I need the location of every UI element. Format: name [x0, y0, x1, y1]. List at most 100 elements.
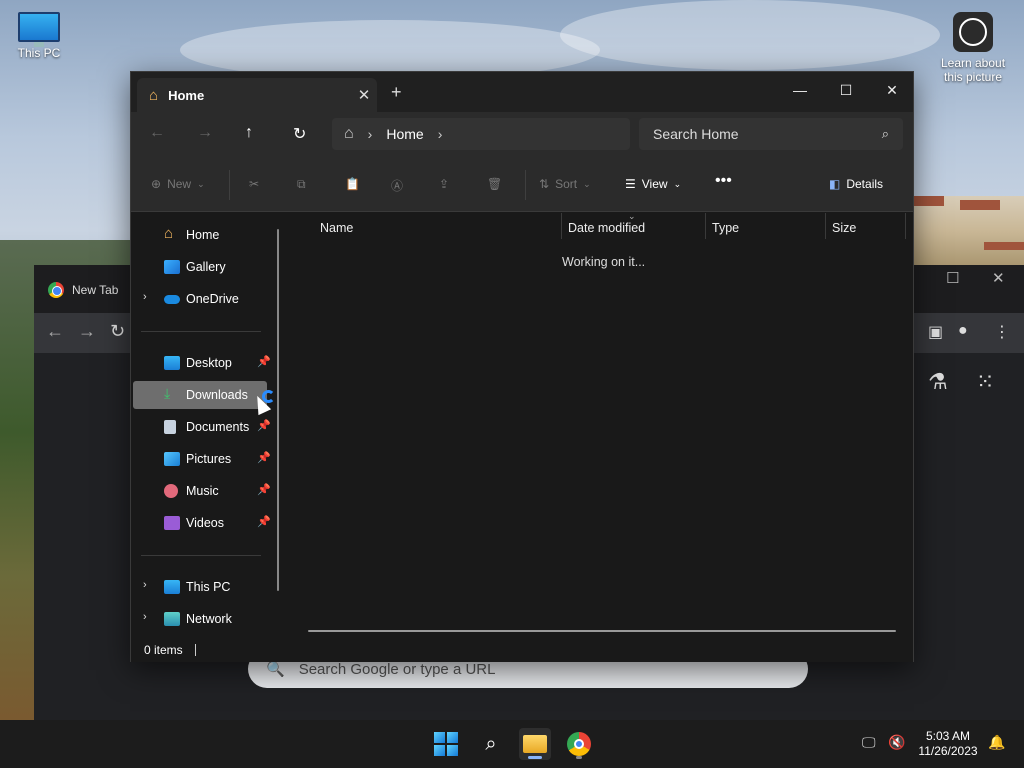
taskbar-chrome[interactable]: [563, 728, 595, 760]
apps-grid-icon[interactable]: ⁙: [976, 369, 994, 395]
nav-item-documents[interactable]: Documents 📌: [133, 413, 271, 441]
explorer-tab-home[interactable]: ⌂ Home ✕: [137, 78, 377, 112]
chevron-right-icon[interactable]: ›: [143, 579, 147, 591]
paste-icon[interactable]: 📋: [345, 177, 360, 191]
taskbar-search-button[interactable]: ⌕: [475, 728, 507, 760]
nav-item-home[interactable]: ⌂ Home: [133, 221, 267, 249]
cut-icon[interactable]: ✂: [249, 177, 259, 191]
nav-item-gallery[interactable]: Gallery: [133, 253, 267, 281]
new-tab-icon[interactable]: +: [391, 82, 402, 103]
chevron-right-icon[interactable]: ›: [143, 291, 147, 303]
taskbar-clock[interactable]: 5:03 AM 11/26/2023: [916, 729, 980, 759]
desktop-icon-label: Learn about: [940, 56, 1006, 70]
search-icon: 🔍: [266, 661, 285, 678]
breadcrumb-home[interactable]: Home: [386, 126, 423, 142]
music-icon: [164, 484, 178, 498]
view-button[interactable]: ☰ View ⌄: [625, 177, 681, 191]
chrome-tab-label: New Tab: [72, 283, 119, 297]
up-arrow-icon[interactable]: ↑: [245, 124, 253, 142]
pin-icon: 📌: [257, 356, 271, 368]
nav-pane-scrollbar[interactable]: [277, 229, 279, 591]
chevron-right-icon[interactable]: ›: [143, 611, 147, 623]
camera-icon: [953, 12, 993, 52]
column-header-date-modified[interactable]: Date modified: [568, 221, 645, 235]
chevron-right-icon: ›: [437, 126, 443, 142]
search-input[interactable]: Search Home ⌕: [639, 118, 903, 150]
maximize-icon[interactable]: ☐: [823, 74, 869, 106]
taskbar-file-explorer[interactable]: [519, 728, 551, 760]
plus-circle-icon: ⊕: [151, 177, 162, 191]
desktop-icon-learn-about-picture[interactable]: Learn about this picture: [938, 12, 1008, 84]
back-icon[interactable]: ←: [149, 124, 165, 142]
navigation-pane: ⌂ Home Gallery › OneDrive Desktop 📌 ⤓ Do…: [131, 213, 287, 637]
more-options-icon[interactable]: •••: [715, 172, 732, 190]
chrome-icon: [567, 732, 591, 756]
search-icon: ⌕: [881, 126, 889, 141]
minimize-icon[interactable]: —: [777, 74, 823, 106]
nav-item-onedrive[interactable]: › OneDrive: [133, 285, 267, 313]
chevron-down-icon: ⌄: [583, 178, 591, 189]
rename-icon[interactable]: Ⓐ: [391, 177, 403, 194]
side-panel-icon[interactable]: ▣: [928, 322, 943, 342]
windows-logo-icon: [434, 732, 458, 756]
close-window-icon[interactable]: ✕: [869, 74, 915, 106]
nav-item-label: OneDrive: [186, 292, 239, 306]
maximize-icon[interactable]: ☐: [946, 269, 959, 287]
column-header-size[interactable]: Size: [832, 221, 856, 235]
nav-item-label: Home: [186, 228, 220, 242]
network-status-icon[interactable]: 🖵: [862, 734, 876, 751]
videos-icon: [164, 516, 180, 530]
this-pc-icon: [18, 12, 60, 47]
nav-item-label: Downloads: [186, 388, 248, 402]
labs-icon[interactable]: ⚗: [928, 369, 948, 395]
pictures-icon: [164, 452, 180, 466]
this-pc-icon: [164, 580, 180, 594]
notification-bell-icon[interactable]: 🔔: [988, 734, 1005, 751]
nav-item-label: Network: [186, 612, 232, 626]
sort-button-label: Sort: [555, 177, 578, 191]
home-icon: ⌂: [164, 225, 174, 242]
nav-item-desktop[interactable]: Desktop 📌: [133, 349, 271, 377]
desktop-icon-label: This PC: [17, 46, 61, 60]
delete-icon[interactable]: 🗑: [487, 177, 502, 191]
cloud: [560, 0, 940, 70]
reload-icon[interactable]: ↻: [110, 321, 125, 342]
nav-item-network[interactable]: › Network: [133, 605, 267, 633]
address-bar[interactable]: ⌂ › Home ›: [332, 118, 630, 150]
close-tab-icon[interactable]: ✕: [351, 86, 377, 104]
new-button[interactable]: ⊕ New ⌄: [151, 177, 205, 191]
nav-item-label: Desktop: [186, 356, 232, 370]
back-icon[interactable]: ←: [46, 321, 64, 342]
share-icon[interactable]: ⇪: [439, 177, 449, 191]
close-icon[interactable]: ✕: [992, 269, 1005, 287]
profile-icon[interactable]: ●: [958, 322, 968, 340]
refresh-icon[interactable]: ↻: [293, 124, 306, 144]
chrome-tab-new-tab[interactable]: New Tab: [48, 279, 118, 301]
nav-item-label: Music: [186, 484, 219, 498]
start-button[interactable]: [430, 728, 462, 760]
nav-item-pictures[interactable]: Pictures 📌: [133, 445, 271, 473]
home-icon: ⌂: [149, 86, 159, 104]
sort-button[interactable]: ⇅ Sort ⌄: [539, 177, 591, 191]
desktop-icon-this-pc[interactable]: This PC: [4, 12, 74, 60]
details-button[interactable]: ◧ Details: [829, 177, 883, 191]
taskbar: ⌕ 🖵 🔇 5:03 AM 11/26/2023 🔔: [0, 720, 1024, 768]
nav-item-videos[interactable]: Videos 📌: [133, 509, 271, 537]
file-list[interactable]: Name Date modified ⌄ Type Size Working o…: [288, 211, 913, 637]
item-count: 0 items: [144, 643, 183, 657]
explorer-titlebar: ⌂ Home ✕ + — ☐ ✕: [131, 72, 913, 112]
column-header-name[interactable]: Name: [320, 221, 353, 235]
horizontal-scrollbar[interactable]: [308, 630, 896, 632]
forward-icon[interactable]: →: [197, 124, 213, 142]
forward-icon[interactable]: →: [78, 321, 96, 342]
menu-icon[interactable]: ⋮: [994, 322, 1010, 342]
nav-item-downloads[interactable]: ⤓ Downloads: [133, 381, 267, 409]
nav-item-this-pc[interactable]: › This PC: [133, 573, 267, 601]
volume-muted-icon[interactable]: 🔇: [888, 734, 905, 751]
clock-date: 11/26/2023: [918, 744, 978, 758]
file-explorer-window[interactable]: ⌂ Home ✕ + — ☐ ✕ ← → ↑ ↻ ⌂ › Home › Sear…: [130, 71, 914, 662]
column-header-type[interactable]: Type: [712, 221, 739, 235]
nav-item-music[interactable]: Music 📌: [133, 477, 271, 505]
copy-icon[interactable]: ⧉: [297, 177, 306, 192]
downloads-icon: ⤓: [164, 385, 171, 401]
